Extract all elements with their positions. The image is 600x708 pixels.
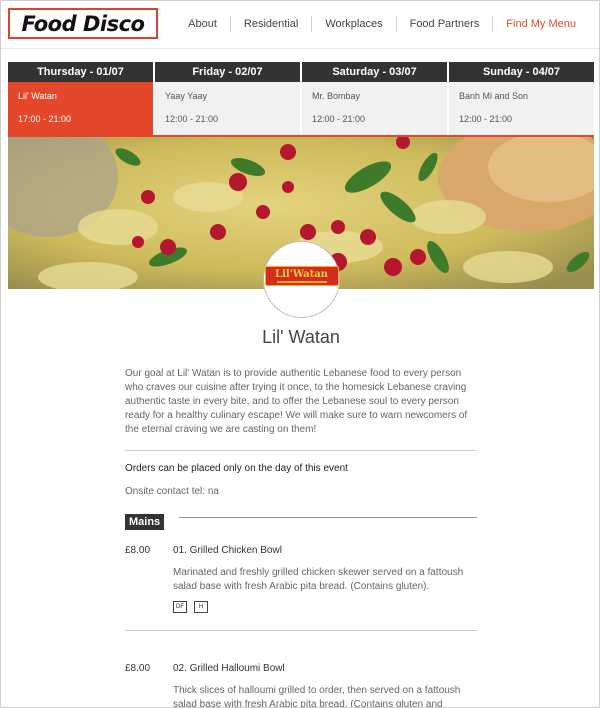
day-time: 12:00 - 21:00 bbox=[312, 114, 366, 124]
day-schedule: Thursday - 01/07 Lil' Watan 17:00 - 21:0… bbox=[8, 62, 594, 136]
day-vendor: Lil' Watan bbox=[18, 91, 57, 101]
section-divider bbox=[179, 517, 477, 518]
nav-residential[interactable]: Residential bbox=[229, 16, 311, 32]
day-tab-thursday[interactable]: Thursday - 01/07 Lil' Watan 17:00 - 21:0… bbox=[8, 62, 153, 136]
day-label: Sunday - 04/07 bbox=[449, 62, 594, 82]
day-vendor: Banh Mi and Son bbox=[459, 91, 529, 101]
day-label: Friday - 02/07 bbox=[155, 62, 300, 82]
divider bbox=[125, 630, 477, 631]
dietary-tags: DF H bbox=[173, 601, 208, 613]
day-vendor: Mr. Bombay bbox=[312, 91, 361, 101]
day-tab-friday[interactable]: Friday - 02/07 Yaay Yaay 12:00 - 21:00 bbox=[155, 62, 300, 136]
lil-watan-logo: Lil'Watan bbox=[264, 265, 339, 286]
day-time: 12:00 - 21:00 bbox=[459, 114, 513, 124]
dietary-tag-df: DF bbox=[173, 601, 187, 613]
nav-food-partners[interactable]: Food Partners bbox=[395, 16, 493, 32]
day-label: Thursday - 01/07 bbox=[8, 62, 153, 82]
item-description: Marinated and freshly grilled chicken sk… bbox=[173, 567, 464, 592]
item-price: £8.00 bbox=[125, 663, 151, 674]
day-time: 12:00 - 21:00 bbox=[165, 114, 219, 124]
item-description: Thick slices of halloumi grilled to orde… bbox=[173, 685, 461, 708]
day-details: Yaay Yaay 12:00 - 21:00 bbox=[155, 82, 300, 136]
site-header: Food Disco About Residential Workplaces … bbox=[1, 1, 599, 49]
main-nav: About Residential Workplaces Food Partne… bbox=[175, 15, 589, 33]
page-frame: Food Disco About Residential Workplaces … bbox=[0, 0, 600, 708]
day-vendor: Yaay Yaay bbox=[165, 91, 208, 101]
onsite-contact: Onsite contact tel: na bbox=[125, 486, 219, 497]
day-label: Saturday - 03/07 bbox=[302, 62, 447, 82]
vendor-name: Lil' Watan bbox=[262, 327, 340, 347]
day-time: 17:00 - 21:00 bbox=[18, 114, 72, 124]
vendor-description: Our goal at Lil' Watan is to provide aut… bbox=[125, 368, 468, 435]
dietary-tag-h: H bbox=[194, 601, 208, 613]
nav-find-my-menu[interactable]: Find My Menu bbox=[492, 16, 589, 32]
menu-item[interactable]: £8.00 01. Grilled Chicken Bowl Marinated… bbox=[125, 545, 477, 625]
day-details: Banh Mi and Son 12:00 - 21:00 bbox=[449, 82, 594, 136]
nav-about[interactable]: About bbox=[175, 16, 230, 32]
item-name: 01. Grilled Chicken Bowl bbox=[173, 545, 282, 556]
menu-item[interactable]: £8.00 02. Grilled Halloumi Bowl Thick sl… bbox=[125, 663, 477, 708]
item-price: £8.00 bbox=[125, 545, 151, 556]
site-logo[interactable]: Food Disco bbox=[8, 8, 158, 39]
day-details: Lil' Watan 17:00 - 21:00 bbox=[8, 82, 153, 136]
item-name: 02. Grilled Halloumi Bowl bbox=[173, 663, 285, 674]
nav-workplaces[interactable]: Workplaces bbox=[311, 16, 395, 32]
vendor-logo: Lil'Watan bbox=[263, 241, 340, 318]
day-tab-sunday[interactable]: Sunday - 04/07 Banh Mi and Son 12:00 - 2… bbox=[449, 62, 594, 136]
day-details: Mr. Bombay 12:00 - 21:00 bbox=[302, 82, 447, 136]
orders-note: Orders can be placed only on the day of … bbox=[125, 463, 348, 474]
menu-section-label: Mains bbox=[125, 514, 165, 530]
divider bbox=[125, 450, 477, 451]
day-tab-saturday[interactable]: Saturday - 03/07 Mr. Bombay 12:00 - 21:0… bbox=[302, 62, 447, 136]
